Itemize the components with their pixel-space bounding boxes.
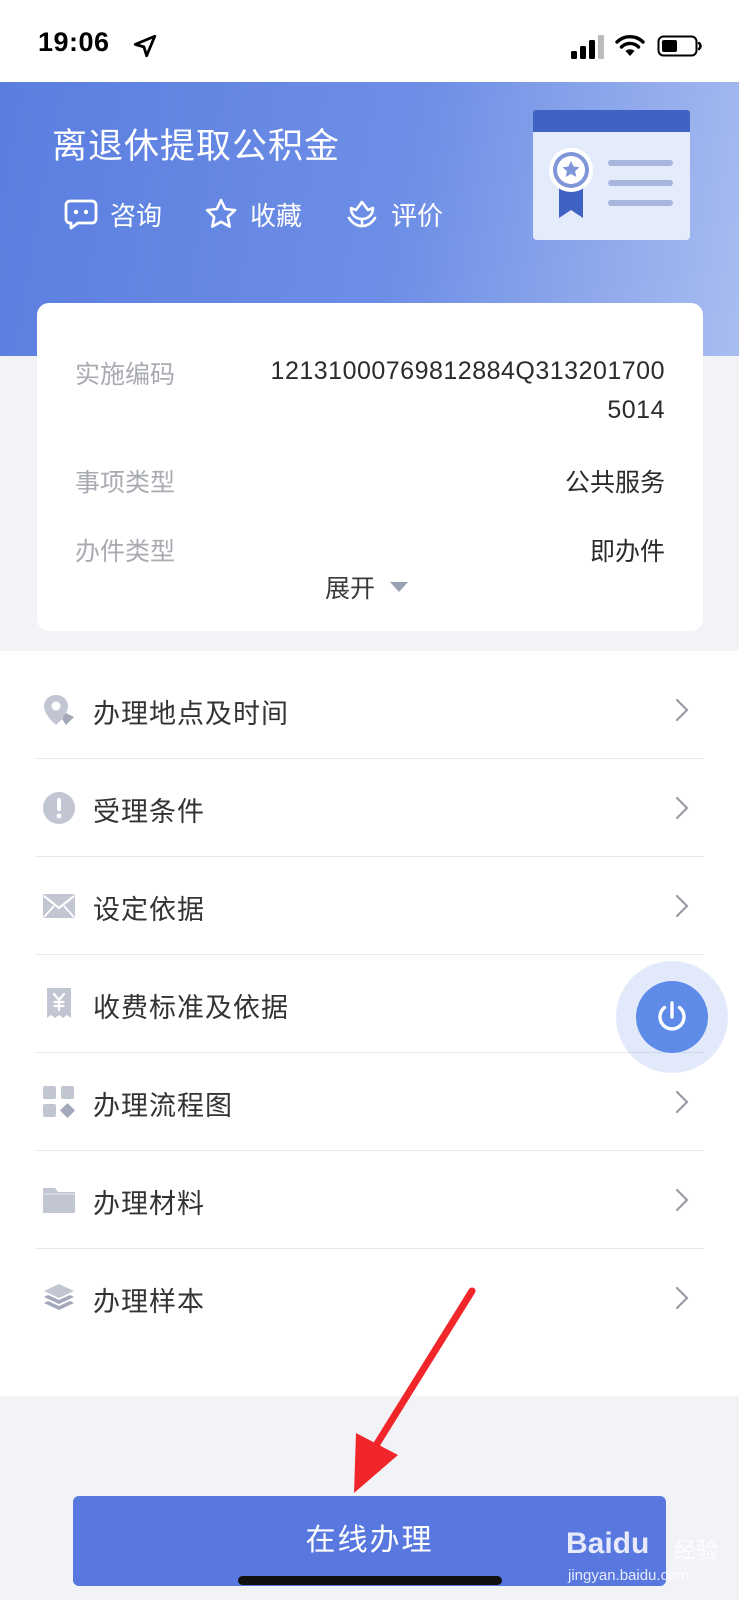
exclamation-icon — [43, 792, 75, 824]
chevron-right-icon — [675, 894, 689, 918]
status-time: 19:06 — [38, 27, 110, 57]
envelope-icon — [43, 894, 75, 918]
item-type-label: 事项类型 — [75, 468, 176, 497]
implementation-code-label: 实施编码 — [75, 360, 176, 389]
wifi-icon — [615, 35, 645, 56]
status-bar: 19:06 — [0, 0, 739, 82]
watermark-url: jingyan.baidu.com — [568, 1567, 689, 1584]
favorite-label: 收藏 — [250, 201, 303, 232]
certificate-illustration — [533, 110, 690, 240]
case-type-value: 即办件 — [589, 537, 665, 566]
grid-icon — [43, 1086, 75, 1118]
menu-item-legal-basis[interactable]: 设定依据 — [35, 857, 704, 955]
chevron-right-icon — [675, 1188, 689, 1212]
menu-item-location-time[interactable]: 办理地点及时间 — [35, 661, 704, 759]
menu-label: 受理条件 — [93, 797, 205, 828]
chat-icon — [64, 199, 98, 230]
service-info-card: 实施编码 12131000769812884Q3132017005014 事项类… — [37, 303, 703, 631]
location-icon — [44, 695, 74, 725]
item-type-value: 公共服务 — [564, 468, 665, 497]
menu-label: 设定依据 — [93, 895, 205, 926]
watermark-sub: 经验 — [674, 1539, 719, 1564]
implementation-code-value: 12131000769812884Q3132017005014 — [270, 357, 665, 424]
baidu-jingyan-watermark: Baidu 经验 jingyan.baidu.com — [566, 1527, 726, 1591]
watermark-brand: Baidu — [566, 1527, 650, 1560]
flower-icon — [347, 200, 377, 228]
menu-label: 办理流程图 — [93, 1091, 233, 1122]
consult-button[interactable]: 咨询 — [64, 194, 162, 234]
menu-item-sample-documents[interactable]: 办理样本 — [35, 1249, 704, 1347]
menu-item-acceptance-conditions[interactable]: 受理条件 — [35, 759, 704, 857]
expand-toggle[interactable]: 展开 — [325, 569, 409, 605]
rate-label: 评价 — [391, 201, 444, 232]
chevron-right-icon — [675, 796, 689, 820]
triangle-down-icon — [390, 582, 409, 592]
expand-label: 展开 — [325, 574, 376, 603]
page-title: 离退休提取公积金 — [52, 127, 341, 167]
chevron-right-icon — [675, 1090, 689, 1114]
floating-power-button[interactable] — [616, 961, 728, 1073]
layers-icon — [44, 1284, 74, 1310]
menu-label: 办理地点及时间 — [93, 699, 289, 730]
rate-button[interactable]: 评价 — [345, 194, 443, 234]
menu-item-fee-standards[interactable]: 收费标准及依据 — [35, 955, 704, 1053]
cellular-signal-icon — [571, 35, 604, 59]
folder-icon — [43, 1188, 75, 1213]
chevron-right-icon — [675, 1286, 689, 1310]
menu-item-process-flowchart[interactable]: 办理流程图 — [35, 1053, 704, 1151]
battery-icon — [657, 35, 702, 57]
floating-power-button-core — [636, 981, 708, 1053]
consult-label: 咨询 — [110, 201, 163, 232]
power-icon — [658, 1001, 686, 1031]
case-type-label: 办件类型 — [75, 537, 176, 566]
yen-receipt-icon — [47, 988, 71, 1018]
favorite-button[interactable]: 收藏 — [204, 194, 302, 234]
menu-label: 办理材料 — [93, 1189, 205, 1220]
chevron-right-icon — [675, 698, 689, 722]
menu-item-required-materials[interactable]: 办理材料 — [35, 1151, 704, 1249]
home-indicator — [238, 1576, 502, 1585]
menu-label: 收费标准及依据 — [93, 993, 289, 1024]
star-icon — [205, 198, 237, 228]
location-arrow-icon — [133, 34, 157, 58]
menu-label: 办理样本 — [93, 1287, 205, 1318]
